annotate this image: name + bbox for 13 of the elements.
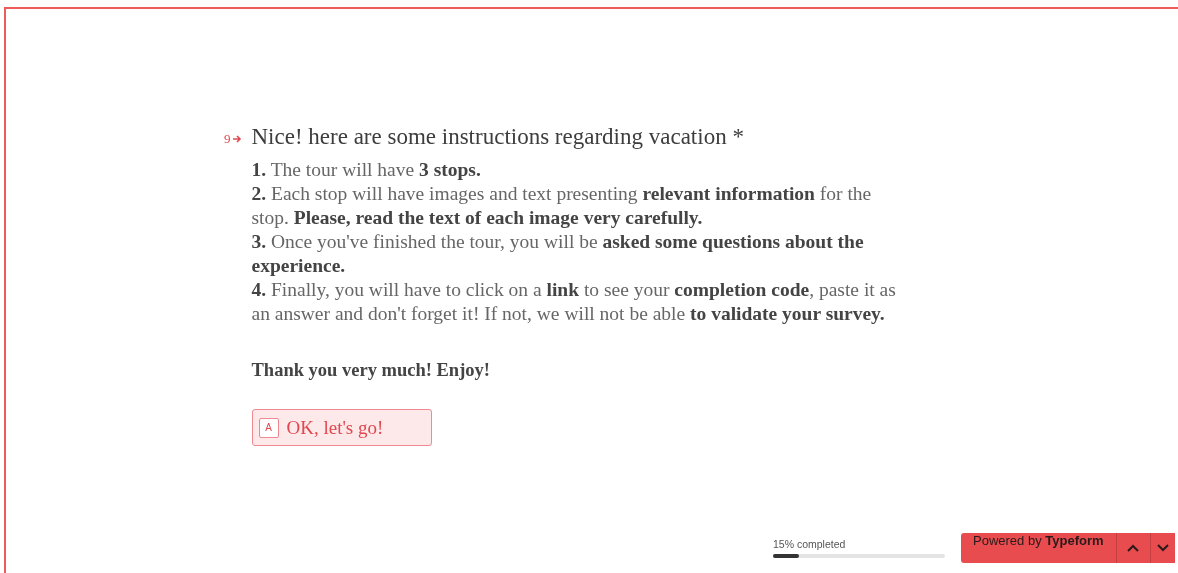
instruction-text: 2. Each stop will have images and text presenting relevant information for the stop. Please, read the text of each image very carefully.: [251, 182, 873, 230]
instruction-text: 3. Once you've finished the tour, you will be asked some questions about the experience.: [251, 230, 865, 278]
arrow-icon: [232, 135, 242, 143]
chevron-down-icon: [1156, 544, 1169, 552]
closing-text: Thank you very much! Enjoy!: [251, 360, 491, 381]
question-title: Nice! here are some instructions regarding vacation *: [251, 124, 745, 150]
instruction-text: 4. Finally, you will have to click on a link to see your completion code, paste it as an answer and don't forget it! If not, we will not be able to validate your survey.: [251, 278, 897, 326]
ok-button[interactable]: A OK, let's go!: [251, 409, 432, 446]
progress-label: 15% completed: [773, 538, 847, 550]
powered-by-link[interactable]: Powered by Typeform: [961, 533, 1117, 563]
chevron-up-icon: [1127, 544, 1140, 552]
question-number: 9: [224, 131, 231, 147]
instruction-text: 1. The tour will have 3 stops.: [251, 158, 482, 182]
